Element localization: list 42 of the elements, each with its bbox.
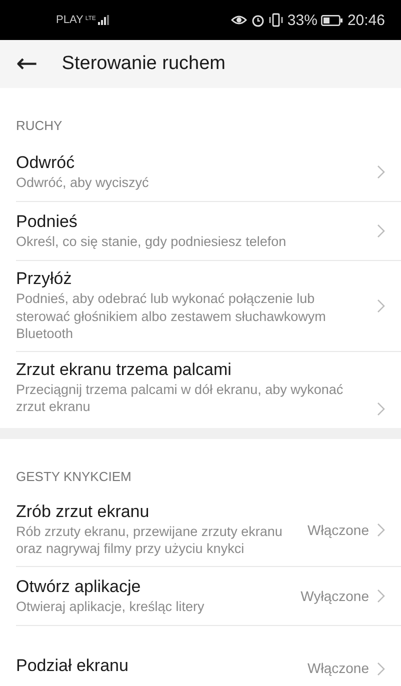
chevron-icon: [377, 662, 385, 676]
item-description: Podnieś, aby odebrać lub wykonać połączenie lub sterować głośnikiem albo zestawem słuchawkowym Bluetooth: [16, 290, 327, 343]
chevron-icon: [377, 298, 385, 313]
item-title: Zrób zrzut ekranu: [16, 502, 150, 522]
back-button[interactable]: ←: [12, 51, 42, 77]
settings-item[interactable]: Odwróć Odwróć, aby wyciszyć: [16, 143, 401, 202]
item-title: Przyłóż: [16, 269, 73, 289]
item-description: Określ, co się stanie, gdy podniesiesz telefon: [16, 232, 288, 250]
settings-item[interactable]: Zrób zrzut ekranu Rób zrzuty ekranu, przewijane zrzuty ekranu oraz nagrywaj filmy przy użyciu knykci Włączone: [16, 494, 401, 567]
battery-icon: [321, 14, 344, 26]
eye-icon: [231, 14, 248, 26]
battery-percent: 33%: [287, 12, 318, 28]
item-title: Odwróć: [16, 152, 76, 173]
item-title: Podnieś: [16, 212, 78, 232]
chevron-icon: [377, 165, 385, 179]
settings-item[interactable]: Otwórz aplikacje Otwieraj aplikacje, kreśląc litery Wyłączone: [16, 566, 401, 626]
alarm-icon: [251, 13, 266, 27]
signal-icon: [98, 15, 110, 25]
settings-item[interactable]: Zrzut ekranu trzema palcami Przeciągnij trzema palcami w dół ekranu, aby wykonać zrzut ekranu: [16, 352, 401, 424]
vibrate-icon: [269, 13, 284, 27]
page-title: Sterowanie ruchem: [62, 53, 226, 75]
settings-item[interactable]: Przyłóż Podnieś, aby odebrać lub wykonać połączenie lub sterować głośnikiem albo zestawem słuchawkowym Bluetooth: [16, 261, 401, 352]
item-description: Odwróć, aby wyciszyć: [16, 174, 150, 192]
item-title: Zrzut ekranu trzema palcami: [16, 360, 232, 380]
item-title: Podział ekranu: [16, 656, 130, 676]
chevron-icon: [377, 588, 385, 603]
chevron-icon: [377, 402, 385, 416]
item-value: Włączone: [308, 660, 369, 676]
carrier-name: PLAY: [56, 14, 84, 26]
section-header: RUCHY: [15, 117, 64, 135]
settings-item[interactable]: Podział ekranu Włączone: [16, 626, 401, 684]
chevron-icon: [377, 224, 385, 238]
chevron-icon: [377, 522, 385, 537]
item-description: Rób zrzuty ekranu, przewijane zrzuty ekranu oraz nagrywaj filmy przy użyciu knykci: [16, 522, 284, 558]
item-title: Otwórz aplikacje: [16, 576, 142, 597]
item-description: Otwieraj aplikacje, kreśląc litery: [16, 598, 206, 616]
settings-item[interactable]: Podnieś Określ, co się stanie, gdy podniesiesz telefon: [16, 202, 401, 261]
item-description: Przeciągnij trzema palcami w dół ekranu, aby wykonać zrzut ekranu: [16, 380, 344, 416]
item-value: Wyłączone: [300, 588, 369, 604]
section-header: GESTY KNYKCIEM: [15, 468, 132, 486]
item-value: Włączone: [308, 522, 369, 538]
clock: 20:46: [347, 12, 385, 28]
